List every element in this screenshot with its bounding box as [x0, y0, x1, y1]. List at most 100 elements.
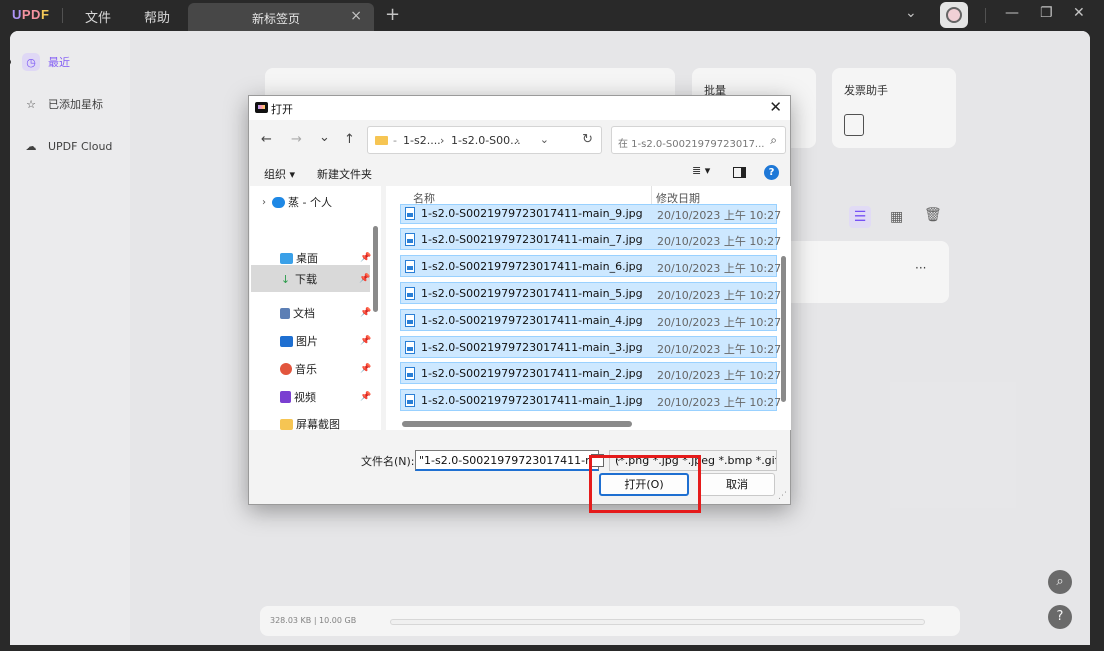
help-icon[interactable]: ? [764, 165, 779, 180]
image-file-icon [405, 260, 415, 273]
up-icon[interactable]: ↑ [344, 132, 355, 147]
file-name: 1-s2.0-S0021979723017411-main_2.jpg [421, 367, 643, 380]
nav-item-label: 屏幕截图 [296, 418, 340, 430]
invoice-assistant-card[interactable]: 发票助手 [832, 68, 956, 148]
file-row[interactable]: 1-s2.0-S0021979723017411-main_1.jpg 20/1… [400, 389, 781, 411]
search-input[interactable]: 在 1-s2.0-S0021979723017... ⌕ [611, 126, 786, 154]
expand-icon[interactable]: › [262, 197, 266, 208]
file-row[interactable]: 1-s2.0-S0021979723017411-main_7.jpg 20/1… [400, 228, 781, 250]
file-name-value: "1-s2.0-S0021979723017411-main [419, 454, 599, 467]
trash-icon[interactable]: 🗑 [924, 207, 942, 223]
file-list-scrollbar[interactable] [781, 256, 786, 402]
breadcrumb-separator: › [515, 134, 520, 147]
file-date: 20/10/2023 上午 10:27 [657, 316, 782, 329]
tab-close-icon[interactable]: × [350, 8, 362, 24]
minimize-icon[interactable]: — [1005, 5, 1019, 21]
sidebar-item-starred[interactable]: ☆ 已添加星标 [22, 92, 103, 116]
address-dropdown-icon[interactable]: ⌄ [540, 133, 549, 146]
red-highlight-box [589, 455, 701, 513]
nav-item-desktop[interactable]: 桌面 📌 [280, 250, 371, 266]
nav-item-label: 桌面 [296, 252, 318, 265]
file-row[interactable]: 1-s2.0-S0021979723017411-main_3.jpg 20/1… [400, 336, 781, 358]
back-icon[interactable]: ← [261, 132, 272, 147]
dialog-nav-bar: ← → ⌄ ↑ - 1-s2.... › 1-s2.0-S00... › ⌄ ↻… [249, 120, 790, 160]
nav-item-label: 下载 [295, 272, 317, 286]
preview-pane-icon[interactable] [733, 167, 746, 178]
grid-view-icon[interactable]: ▦ [890, 209, 903, 225]
breadcrumb-separator: - [393, 134, 397, 147]
pin-icon: 📌 [360, 392, 372, 402]
cloud-icon [272, 196, 285, 208]
file-name-input[interactable]: "1-s2.0-S0021979723017411-main [415, 450, 599, 471]
music-icon [280, 363, 292, 375]
search-placeholder: 在 1-s2.0-S0021979723017... [618, 139, 765, 150]
more-options-icon[interactable]: ··· [915, 261, 926, 275]
nav-item-label: 图片 [296, 335, 318, 348]
horizontal-scrollbar[interactable] [402, 421, 632, 427]
close-icon[interactable]: ✕ [769, 98, 782, 116]
nav-item-downloads[interactable]: ↓ 下载 📌 [251, 265, 370, 292]
nav-item-documents[interactable]: 文档 📌 [280, 305, 371, 321]
menu-file[interactable]: 文件 [85, 7, 111, 26]
file-date: 20/10/2023 上午 10:27 [657, 369, 782, 382]
file-row[interactable]: 1-s2.0-S0021979723017411-main_2.jpg 20/1… [400, 362, 781, 384]
desktop-icon [280, 252, 293, 264]
resize-grip-icon[interactable]: ⋰ [778, 491, 787, 501]
avatar[interactable] [940, 2, 968, 28]
file-row[interactable]: 1-s2.0-S0021979723017411-main_6.jpg 20/1… [400, 255, 781, 277]
cancel-button[interactable]: 取消 [699, 473, 775, 496]
breadcrumb-item[interactable]: 1-s2.0-S00... [451, 134, 521, 147]
new-tab-icon[interactable]: + [385, 4, 400, 25]
document-icon [280, 307, 290, 319]
restore-icon[interactable]: ❐ [1040, 5, 1053, 21]
pin-icon: 📌 [360, 308, 372, 318]
tab-label: 新标签页 [252, 12, 301, 26]
nav-item-videos[interactable]: 视频 📌 [280, 389, 371, 405]
dialog-title-bar: 打开 ✕ [249, 96, 790, 120]
nav-item-screenshots[interactable]: 屏幕截图 [280, 416, 340, 430]
file-list: 名称 修改日期 1-s2.0-S0021979723017411-main_9.… [386, 186, 791, 430]
file-row[interactable]: 1-s2.0-S0021979723017411-main_5.jpg 20/1… [400, 282, 781, 304]
breadcrumb-item[interactable]: 1-s2.... [403, 134, 441, 147]
sidebar-item-label: UPDF Cloud [48, 139, 113, 153]
file-date: 20/10/2023 上午 10:27 [657, 235, 782, 248]
sidebar-item-recent[interactable]: ◷ 最近 [22, 50, 70, 74]
menu-help[interactable]: 帮助 [144, 7, 170, 26]
image-file-icon [405, 314, 415, 327]
tab-new[interactable]: 新标签页 × [188, 3, 374, 31]
image-file-icon [405, 394, 415, 407]
organize-button[interactable]: 组织 ▾ [264, 166, 295, 182]
pin-icon: 📌 [360, 364, 372, 374]
sidebar-item-cloud[interactable]: ☁ UPDF Cloud [22, 134, 113, 158]
image-file-icon [405, 367, 415, 380]
view-options-icon[interactable]: ≣ ▾ [692, 164, 710, 177]
pin-icon: 📌 [360, 336, 372, 346]
list-view-icon[interactable]: ☰ [849, 206, 871, 228]
image-file-icon [405, 287, 415, 300]
file-date: 20/10/2023 上午 10:27 [657, 343, 782, 356]
nav-item-music[interactable]: 音乐 📌 [280, 361, 371, 377]
chevron-down-icon[interactable]: ⌄ [905, 5, 917, 21]
address-bar[interactable]: - 1-s2.... › 1-s2.0-S00... › ⌄ ↻ [367, 126, 602, 154]
nav-pane-scrollbar[interactable] [373, 226, 378, 312]
new-folder-button[interactable]: 新建文件夹 [317, 166, 372, 182]
recent-locations-icon[interactable]: ⌄ [319, 130, 330, 145]
file-name-label: 文件名(N): [361, 455, 415, 468]
card-title: 发票助手 [844, 84, 888, 97]
pin-icon: 📌 [360, 253, 372, 263]
nav-item-label: 视频 [294, 391, 316, 404]
help-icon[interactable]: ? [1048, 605, 1072, 629]
nav-item-pictures[interactable]: 图片 📌 [280, 333, 371, 349]
file-date: 20/10/2023 上午 10:27 [657, 396, 782, 409]
file-date: 20/10/2023 上午 10:27 [657, 289, 782, 302]
search-icon[interactable]: ⌕ [1048, 570, 1072, 594]
breadcrumb-separator: › [440, 134, 445, 147]
sidebar-item-label: 最近 [48, 56, 70, 69]
file-row[interactable]: 1-s2.0-S0021979723017411-main_9.jpg 20/1… [400, 204, 781, 224]
nav-item-onedrive[interactable]: › 蒸 - 个人 [262, 194, 332, 210]
refresh-icon[interactable]: ↻ [582, 132, 593, 147]
file-row[interactable]: 1-s2.0-S0021979723017411-main_4.jpg 20/1… [400, 309, 781, 331]
sidebar: ◷ 最近 ☆ 已添加星标 ☁ UPDF Cloud [10, 31, 130, 645]
close-icon[interactable]: ✕ [1073, 5, 1085, 21]
forward-icon[interactable]: → [291, 132, 302, 147]
